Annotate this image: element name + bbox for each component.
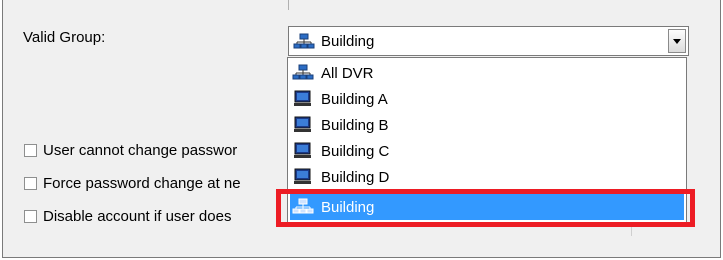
divider — [288, 0, 289, 10]
dropdown-item-all-dvr[interactable]: All DVR — [290, 60, 684, 86]
dropdown-item-label: Building A — [321, 90, 388, 108]
checkbox-row-cannot-change-password[interactable]: User cannot change passwor — [24, 142, 237, 159]
checkbox-label: Force password change at ne — [43, 175, 241, 192]
monitor-icon — [292, 168, 314, 186]
valid-group-value: Building — [321, 33, 375, 50]
monitor-icon — [292, 142, 314, 160]
dropdown-item-building-c[interactable]: Building C — [290, 138, 684, 164]
dropdown-item-label: Building B — [321, 116, 389, 134]
monitor-icon — [292, 90, 314, 108]
checkbox-row-disable-account[interactable]: Disable account if user does — [24, 208, 231, 225]
dropdown-item-label: Building D — [321, 168, 390, 186]
highlight-annotation — [276, 189, 695, 227]
dropdown-item-building-b[interactable]: Building B — [290, 112, 684, 138]
checkbox[interactable] — [24, 210, 37, 223]
dropdown-item-label: Building C — [321, 142, 390, 160]
checkbox-label: Disable account if user does — [43, 208, 232, 225]
dropdown-item-building-a[interactable]: Building A — [290, 86, 684, 112]
chevron-down-icon — [673, 38, 681, 44]
monitor-icon — [292, 116, 314, 134]
valid-group-select[interactable]: Building — [288, 26, 689, 56]
group-network-icon — [292, 64, 314, 82]
dropdown-item-building-d[interactable]: Building D — [290, 164, 684, 190]
checkbox-label: User cannot change passwor — [43, 142, 238, 159]
checkbox[interactable] — [24, 177, 37, 190]
dropdown-arrow-button[interactable] — [668, 29, 686, 53]
dropdown-item-label: All DVR — [321, 64, 374, 82]
valid-group-label: Valid Group: — [23, 29, 106, 46]
checkbox-row-force-password-change[interactable]: Force password change at ne — [24, 175, 241, 192]
checkbox[interactable] — [24, 144, 37, 157]
group-network-icon — [293, 33, 315, 51]
